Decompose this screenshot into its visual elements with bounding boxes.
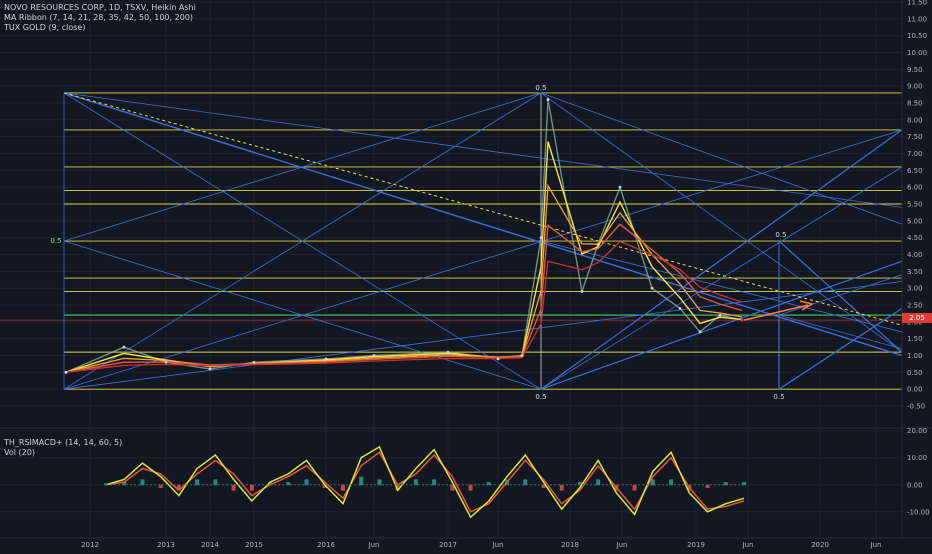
time-axis-tick: 2018 xyxy=(561,541,579,549)
time-axis-tick: 2017 xyxy=(439,541,457,549)
fan-line[interactable] xyxy=(540,92,903,225)
price-point[interactable] xyxy=(740,318,744,322)
time-axis-tick: Jun xyxy=(742,541,754,549)
price-point[interactable] xyxy=(650,286,654,290)
osc-axis-tick: 10.00 xyxy=(907,454,927,462)
ma-ribbon-line[interactable] xyxy=(65,141,743,373)
price-axis-tick: 0.00 xyxy=(907,386,923,394)
fan-line[interactable] xyxy=(540,260,903,390)
osc-histogram-bar[interactable] xyxy=(468,484,473,491)
price-point[interactable] xyxy=(539,236,543,240)
osc-histogram-bar[interactable] xyxy=(359,476,364,486)
time-axis-tick: 2019 xyxy=(687,541,705,549)
price-axis-tick: 1.00 xyxy=(907,352,923,360)
fib-label: 0.5 xyxy=(50,237,61,245)
legend-ma-ribbon[interactable]: MA Ribbon (7, 14, 21, 28, 35, 42, 50, 10… xyxy=(4,13,196,23)
price-point[interactable] xyxy=(208,367,212,371)
price-point[interactable] xyxy=(596,243,600,246)
price-point[interactable] xyxy=(164,360,168,364)
time-axis-tick: 2013 xyxy=(157,541,175,549)
projection-arrow[interactable] xyxy=(743,304,809,321)
fan-line[interactable] xyxy=(63,129,903,390)
osc-histogram-bar[interactable] xyxy=(340,484,345,491)
ma-ribbon-line[interactable] xyxy=(65,240,743,373)
current-price-tag: 2.05 xyxy=(902,313,932,323)
time-axis-tick: 2015 xyxy=(245,541,263,549)
osc-histogram-bar[interactable] xyxy=(231,484,236,491)
price-axis-tick: 6.50 xyxy=(907,167,923,175)
price-axis-tick: 11.00 xyxy=(907,15,927,23)
osc-axis-tick: 0.00 xyxy=(907,481,923,489)
fib-label: 0.5 xyxy=(773,393,784,401)
trendline-dashed[interactable] xyxy=(63,92,903,326)
price-axis-tick: 3.50 xyxy=(907,268,923,276)
price-point[interactable] xyxy=(122,345,126,349)
time-axis-tick: 2020 xyxy=(811,541,829,549)
time-axis-tick: 2012 xyxy=(81,541,99,549)
price-point[interactable] xyxy=(520,354,524,357)
price-point[interactable] xyxy=(678,306,682,310)
price-axis-tick: 7.50 xyxy=(907,133,923,141)
time-axis-tick: Jun xyxy=(368,541,380,549)
price-point[interactable] xyxy=(546,98,550,102)
price-axis-tick: 11.50 xyxy=(907,0,927,7)
price-axis-tick: 8.50 xyxy=(907,100,923,108)
price-point[interactable] xyxy=(580,290,584,293)
fib-label: 0.5 xyxy=(775,231,786,239)
fib-label: 0.5 xyxy=(535,393,546,401)
ma-ribbon-line[interactable] xyxy=(65,183,743,373)
price-axis-tick: 5.00 xyxy=(907,217,923,225)
price-series-line[interactable] xyxy=(65,99,743,373)
price-axis-tick: 4.50 xyxy=(907,234,923,242)
price-axis-tick: 10.00 xyxy=(907,49,927,57)
price-axis-tick: 10.50 xyxy=(907,32,927,40)
price-axis-tick: 3.00 xyxy=(907,285,923,293)
osc-histogram-bar[interactable] xyxy=(559,484,564,491)
price-point[interactable] xyxy=(496,357,500,361)
time-axis-tick: Jun xyxy=(870,541,882,549)
osc-histogram-bar[interactable] xyxy=(632,484,637,491)
time-axis-tick: 2014 xyxy=(201,541,219,549)
time-axis-tick: 2016 xyxy=(317,541,335,549)
price-axis-tick: -0.50 xyxy=(907,403,925,411)
price-point[interactable] xyxy=(698,330,702,334)
legend-tux-gold[interactable]: TUX GOLD (9, close) xyxy=(4,23,196,33)
legend-symbol[interactable]: NOVO RESOURCES CORP, 1D, TSXV, Heikin As… xyxy=(4,3,196,13)
main-legend: NOVO RESOURCES CORP, 1D, TSXV, Heikin As… xyxy=(4,3,196,33)
fib-label: 0.5 xyxy=(535,84,546,92)
price-point[interactable] xyxy=(64,370,68,374)
price-axis-tick: 9.50 xyxy=(907,66,923,74)
osc-axis-tick: 20.00 xyxy=(907,427,927,435)
fan-line[interactable] xyxy=(778,240,903,353)
lower-legend: TH_RSIMACD+ (14, 14, 60, 5) Vol (20) xyxy=(4,438,122,458)
osc-axis-tick: -10.00 xyxy=(907,508,930,516)
price-point[interactable] xyxy=(324,357,328,361)
price-axis-tick: 8.00 xyxy=(907,116,923,124)
price-axis-tick: 2.50 xyxy=(907,302,923,310)
price-axis-tick: 1.50 xyxy=(907,335,923,343)
fan-line[interactable] xyxy=(63,281,903,390)
price-axis-tick: 5.50 xyxy=(907,201,923,209)
price-chart[interactable]: 0.5 0.5 0.5 0.5 0.5 11.50 11.00 10.50 10.00 9.50 9… xyxy=(0,0,932,550)
price-point[interactable] xyxy=(718,313,722,317)
time-axis-tick: Jun xyxy=(616,541,628,549)
price-axis-tick: 7.00 xyxy=(907,150,923,158)
price-axis-tick: 4.00 xyxy=(907,251,923,259)
fan-line[interactable] xyxy=(63,92,903,357)
chart-stage: 0.5 0.5 0.5 0.5 0.5 11.50 11.00 10.50 10.00 9.50 9… xyxy=(0,0,932,550)
price-point[interactable] xyxy=(252,360,256,364)
price-axis-tick: 6.00 xyxy=(907,184,923,192)
price-point[interactable] xyxy=(446,350,450,354)
price-point[interactable] xyxy=(372,354,376,357)
ma-ribbon-line[interactable] xyxy=(65,223,743,373)
osc-histogram-bar[interactable] xyxy=(249,484,254,491)
legend-volume[interactable]: Vol (20) xyxy=(4,448,122,458)
price-axis-tick: 0.50 xyxy=(907,369,923,377)
time-axis-tick: Jun xyxy=(492,541,504,549)
price-axis-tick: 9.00 xyxy=(907,83,923,91)
price-point[interactable] xyxy=(618,185,622,189)
legend-rsimacd[interactable]: TH_RSIMACD+ (14, 14, 60, 5) xyxy=(4,438,122,448)
